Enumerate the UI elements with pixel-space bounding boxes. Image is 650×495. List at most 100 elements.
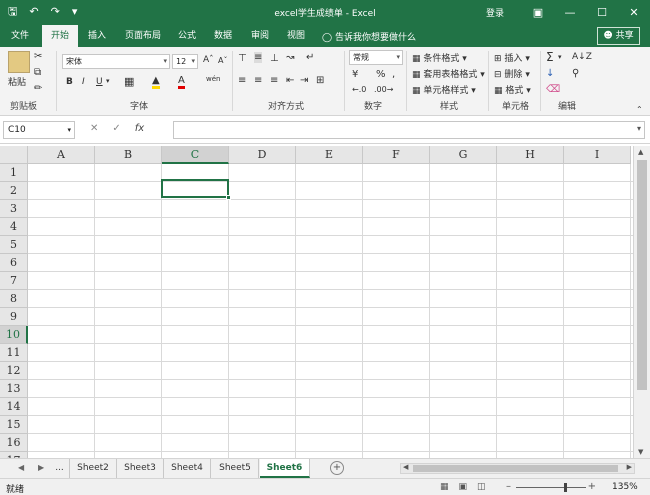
increase-indent-icon[interactable]: ⇥ [300,75,308,86]
column-header-c[interactable]: C [162,146,229,164]
zoom-thumb[interactable] [564,483,567,492]
zoom-track[interactable] [516,487,586,488]
row-header-8[interactable]: 8 [0,290,28,308]
next-sheet-icon[interactable]: ▶ [38,463,44,472]
tell-me-box[interactable]: ◯ 告诉我你想要做什么 [322,30,416,43]
paste-icon[interactable] [8,51,30,73]
page-break-view-icon[interactable]: ◫ [477,482,486,492]
minimize-icon[interactable]: — [554,0,586,25]
maximize-icon[interactable]: ☐ [586,0,618,25]
row-header-2[interactable]: 2 [0,182,28,200]
tab-review[interactable]: 审阅 [244,25,276,47]
borders-icon[interactable]: ▦ [124,75,134,88]
tab-home[interactable]: 开始 [42,25,78,47]
vertical-scrollbar[interactable]: ▲ ▼ [633,146,650,458]
decrease-indent-icon[interactable]: ⇤ [286,75,294,86]
bold-button[interactable]: B [66,77,73,87]
normal-view-icon[interactable]: ▦ [440,482,449,492]
fill-icon[interactable]: ↓ [546,68,554,79]
select-all-button[interactable] [0,146,28,164]
increase-decimal-icon[interactable]: ←.0 [352,85,366,94]
comma-button[interactable]: , [392,69,395,80]
copy-icon[interactable]: ⧉ [34,67,41,78]
format-as-table-button[interactable]: ▦ 套用表格格式 ▾ [412,67,485,80]
tab-file[interactable]: 文件 [0,25,40,47]
orientation-icon[interactable]: ↝ [286,52,294,63]
scroll-right-icon[interactable]: ▶ [627,463,632,471]
cell-styles-button[interactable]: ▦ 单元格样式 ▾ [412,83,476,96]
delete-cells-button[interactable]: ⊟ 删除 ▾ [494,67,530,80]
autosum-button[interactable]: Σ [546,50,554,64]
conditional-formatting-button[interactable]: ▦ 条件格式 ▾ [412,51,467,64]
sign-in-link[interactable]: 登录 [486,6,504,19]
sheet-tab-sheet4[interactable]: Sheet4 [164,459,211,478]
close-icon[interactable]: ✕ [618,0,650,25]
chevron-down-icon[interactable]: ▾ [106,77,110,85]
decrease-decimal-icon[interactable]: .00→ [374,85,393,94]
column-header-a[interactable]: A [28,146,95,164]
currency-icon[interactable]: ¥ [352,69,358,80]
tab-formulas[interactable]: 公式 [172,25,202,47]
vertical-scroll-thumb[interactable] [637,160,647,390]
column-header-h[interactable]: H [497,146,564,164]
ribbon-display-icon[interactable]: ▣ [522,0,554,25]
share-button[interactable]: ☻ 共享 [597,27,640,45]
fill-color-icon[interactable]: ▲ [152,75,160,89]
zoom-in-icon[interactable]: + [588,481,596,492]
insert-function-icon[interactable]: fx [135,123,144,134]
zoom-level[interactable]: 135% [612,482,638,492]
align-right-icon[interactable]: ≡ [270,75,278,86]
grow-font-icon[interactable]: Aˆ [203,55,214,65]
tab-data[interactable]: 数据 [206,25,240,47]
cell-area[interactable] [28,164,633,458]
tab-insert[interactable]: 插入 [80,25,114,47]
chevron-down-icon[interactable]: ▾ [558,53,562,61]
align-middle-icon[interactable]: ≡ [254,52,263,63]
align-left-icon[interactable]: ≡ [238,75,246,86]
row-header-7[interactable]: 7 [0,272,28,290]
find-select-icon[interactable]: ⚲ [572,68,579,79]
row-header-1[interactable]: 1 [0,164,28,182]
sheet-tab-sheet6[interactable]: Sheet6 [260,459,310,478]
cut-icon[interactable]: ✂ [34,51,42,62]
tab-page-layout[interactable]: 页面布局 [118,25,168,47]
font-color-button[interactable]: A [178,75,185,89]
page-layout-view-icon[interactable]: ▣ [459,482,468,492]
cancel-icon[interactable]: ✕ [90,123,98,134]
underline-button[interactable]: U [96,77,103,87]
worksheet-grid[interactable]: ABCDEFGHI 1234567891011121314151617 [0,146,633,458]
align-center-icon[interactable]: ≡ [254,75,262,86]
row-header-15[interactable]: 15 [0,416,28,434]
font-size-dropdown[interactable]: 12 ▾ [172,54,198,69]
column-header-i[interactable]: I [564,146,631,164]
row-header-11[interactable]: 11 [0,344,28,362]
column-header-e[interactable]: E [296,146,363,164]
row-header-6[interactable]: 6 [0,254,28,272]
percent-button[interactable]: % [376,69,386,80]
wrap-text-icon[interactable]: ↵ [306,52,314,63]
row-header-9[interactable]: 9 [0,308,28,326]
tab-view[interactable]: 视图 [280,25,312,47]
scroll-left-icon[interactable]: ◀ [403,463,408,471]
horizontal-scrollbar[interactable]: ◀ ▶ [400,463,635,474]
zoom-out-icon[interactable]: – [506,481,511,492]
font-name-dropdown[interactable]: 宋体 ▾ [62,54,170,69]
phonetic-button[interactable]: wén [206,75,220,83]
column-header-b[interactable]: B [95,146,162,164]
sheet-tab-sheet2[interactable]: Sheet2 [70,459,117,478]
row-header-4[interactable]: 4 [0,218,28,236]
more-sheets-button[interactable]: ... [50,459,70,478]
name-box[interactable]: C10 ▾ [3,121,75,139]
scroll-down-icon[interactable]: ▼ [638,448,643,456]
row-header-12[interactable]: 12 [0,362,28,380]
expand-formula-bar-icon[interactable]: ▾ [637,124,641,133]
clear-icon[interactable]: ⌫ [546,84,560,95]
prev-sheet-icon[interactable]: ◀ [18,463,24,472]
fill-handle[interactable] [226,195,231,200]
horizontal-scroll-thumb[interactable] [413,465,618,472]
sort-filter-icon[interactable]: A↓Z [572,52,592,62]
format-cells-button[interactable]: ▦ 格式 ▾ [494,83,531,96]
align-top-icon[interactable]: ⊤ [238,53,247,64]
column-header-d[interactable]: D [229,146,296,164]
scroll-up-icon[interactable]: ▲ [638,148,643,156]
